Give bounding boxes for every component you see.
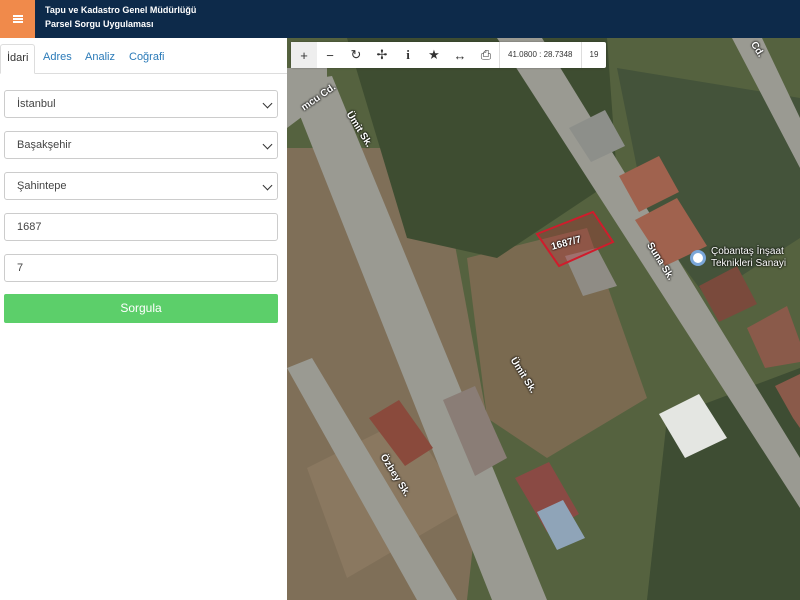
star-icon[interactable]: ★ — [421, 42, 447, 68]
map-view[interactable]: 1687/7 Ümit Sk. Ümit Sk. Suna Sk. Özbey … — [287, 38, 800, 600]
tab-idari[interactable]: İdari — [0, 44, 36, 74]
location-pin-icon — [690, 250, 706, 266]
app-title-line1: Tapu ve Kadastro Genel Müdürlüğü — [45, 5, 197, 15]
parcel-input[interactable]: 7 — [4, 254, 278, 282]
zoom-level: 19 — [580, 42, 607, 68]
block-input[interactable]: 1687 — [4, 213, 278, 241]
chevron-down-icon — [262, 98, 273, 109]
district-select[interactable]: Başakşehir — [4, 131, 278, 159]
query-tabs: İdari Adres Analiz Coğrafi — [0, 44, 287, 74]
poi-marker[interactable]: Çobantaş İnşaat Teknikleri Sanayi — [690, 246, 786, 270]
neighborhood-value: Şahintepe — [17, 180, 67, 192]
map-toolbar: + − ↻ ✢ i ★ ↔ ⎙ 41.0800 : 28.7348 19 — [291, 42, 607, 68]
province-value: İstanbul — [17, 98, 56, 110]
district-value: Başakşehir — [17, 139, 72, 151]
query-button[interactable]: Sorgula — [4, 294, 278, 323]
hamburger-icon — [12, 15, 23, 23]
tab-cografi[interactable]: Coğrafi — [123, 44, 170, 74]
move-icon[interactable]: ✢ — [369, 42, 395, 68]
refresh-icon[interactable]: ↻ — [343, 42, 369, 68]
province-select[interactable]: İstanbul — [4, 90, 278, 118]
poi-label: Çobantaş İnşaat Teknikleri Sanayi — [711, 246, 786, 270]
neighborhood-select[interactable]: Şahintepe — [4, 172, 278, 200]
chevron-down-icon — [262, 139, 273, 150]
info-icon[interactable]: i — [395, 42, 421, 68]
zoom-in-icon[interactable]: + — [291, 42, 317, 68]
print-icon[interactable]: ⎙ — [473, 42, 499, 68]
measure-icon[interactable]: ↔ — [447, 42, 473, 68]
parcel-value: 7 — [17, 262, 24, 274]
app-header: Tapu ve Kadastro Genel Müdürlüğü Parsel … — [0, 0, 800, 38]
coordinate-readout: 41.0800 : 28.7348 — [499, 42, 581, 68]
satellite-imagery — [287, 38, 800, 600]
tab-adres[interactable]: Adres — [37, 44, 78, 74]
poi-label-line2: Teknikleri Sanayi — [711, 258, 787, 269]
app-title-line2: Parsel Sorgu Uygulaması — [45, 19, 154, 29]
tab-analiz[interactable]: Analiz — [79, 44, 121, 74]
zoom-out-icon[interactable]: − — [317, 42, 343, 68]
menu-button[interactable] — [0, 0, 35, 38]
block-value: 1687 — [17, 221, 42, 233]
poi-label-line1: Çobantaş İnşaat — [711, 246, 784, 257]
query-sidebar: İdari Adres Analiz Coğrafi İstanbul Başa… — [0, 38, 287, 600]
app-title: Tapu ve Kadastro Genel Müdürlüğü Parsel … — [45, 3, 196, 31]
chevron-down-icon — [262, 180, 273, 191]
